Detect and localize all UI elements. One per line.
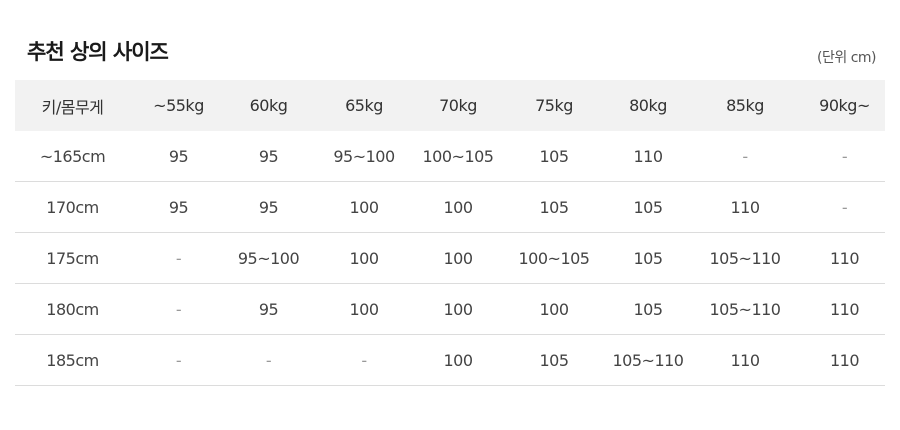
header-weight-75: 75kg [498, 80, 610, 131]
table-cell: - [130, 283, 227, 335]
row-height-label: 185cm [15, 334, 130, 386]
row-height-label: 170cm [15, 181, 130, 233]
table-row: 175cm - 95~100 100 100 100~105 105 105~1… [15, 232, 885, 284]
table-cell: 105 [610, 283, 686, 335]
row-height-label: 180cm [15, 283, 130, 335]
table-cell: - [130, 334, 227, 386]
table-cell: 105~110 [686, 283, 804, 335]
header-weight-65: 65kg [310, 80, 418, 131]
header-weight-90: 90kg~ [804, 80, 885, 131]
table-cell: 95 [227, 283, 310, 335]
table-cell: 105 [498, 181, 610, 233]
table-cell: 105 [610, 232, 686, 284]
header-weight-80: 80kg [610, 80, 686, 131]
header-weight-70: 70kg [418, 80, 498, 131]
table-cell: 105 [498, 131, 610, 182]
table-row: 170cm 95 95 100 100 105 105 110 - [15, 181, 885, 233]
table-cell: 100 [310, 181, 418, 233]
size-guide-page: 추천 상의 사이즈 (단위 cm) 키/몸무게 ~55kg 60kg 65kg … [0, 0, 900, 430]
table-cell: 105 [610, 181, 686, 233]
table-cell: 100 [310, 232, 418, 284]
table-cell: - [227, 334, 310, 386]
row-height-label: ~165cm [15, 131, 130, 182]
table-cell: 100 [418, 232, 498, 284]
table-cell: 105~110 [610, 334, 686, 386]
table-cell: 95 [227, 131, 310, 182]
page-title: 추천 상의 사이즈 [27, 40, 169, 64]
table-cell: - [686, 131, 804, 182]
table-cell: 100 [310, 283, 418, 335]
table-cell: 95 [227, 181, 310, 233]
table-cell: 110 [804, 283, 885, 335]
table-cell: - [804, 131, 885, 182]
header-weight-55: ~55kg [130, 80, 227, 131]
table-cell: - [804, 181, 885, 233]
row-height-label: 175cm [15, 232, 130, 284]
table-cell: 105~110 [686, 232, 804, 284]
table-row: 185cm - - - 100 105 105~110 110 110 [15, 334, 885, 386]
table-cell: 95 [130, 181, 227, 233]
table-cell: 110 [686, 181, 804, 233]
table-cell: 100 [498, 283, 610, 335]
table-cell: 95~100 [227, 232, 310, 284]
header-weight-60: 60kg [227, 80, 310, 131]
table-row: 180cm - 95 100 100 100 105 105~110 110 [15, 283, 885, 335]
table-cell: 110 [804, 232, 885, 284]
table-cell: 110 [804, 334, 885, 386]
table-cell: 110 [610, 131, 686, 182]
table-row: ~165cm 95 95 95~100 100~105 105 110 - - [15, 131, 885, 182]
size-table: 키/몸무게 ~55kg 60kg 65kg 70kg 75kg 80kg 85k… [15, 80, 885, 386]
table-cell: - [130, 232, 227, 284]
table-cell: 100 [418, 334, 498, 386]
table-cell: 100 [418, 181, 498, 233]
table-cell: 100~105 [418, 131, 498, 182]
table-cell: - [310, 334, 418, 386]
header-weight-85: 85kg [686, 80, 804, 131]
unit-note: (단위 cm) [817, 50, 876, 66]
table-cell: 110 [686, 334, 804, 386]
table-cell: 100~105 [498, 232, 610, 284]
header-height-weight: 키/몸무게 [15, 80, 130, 131]
table-cell: 100 [418, 283, 498, 335]
table-cell: 95 [130, 131, 227, 182]
table-cell: 95~100 [310, 131, 418, 182]
table-header-row: 키/몸무게 ~55kg 60kg 65kg 70kg 75kg 80kg 85k… [15, 80, 885, 131]
table-cell: 105 [498, 334, 610, 386]
